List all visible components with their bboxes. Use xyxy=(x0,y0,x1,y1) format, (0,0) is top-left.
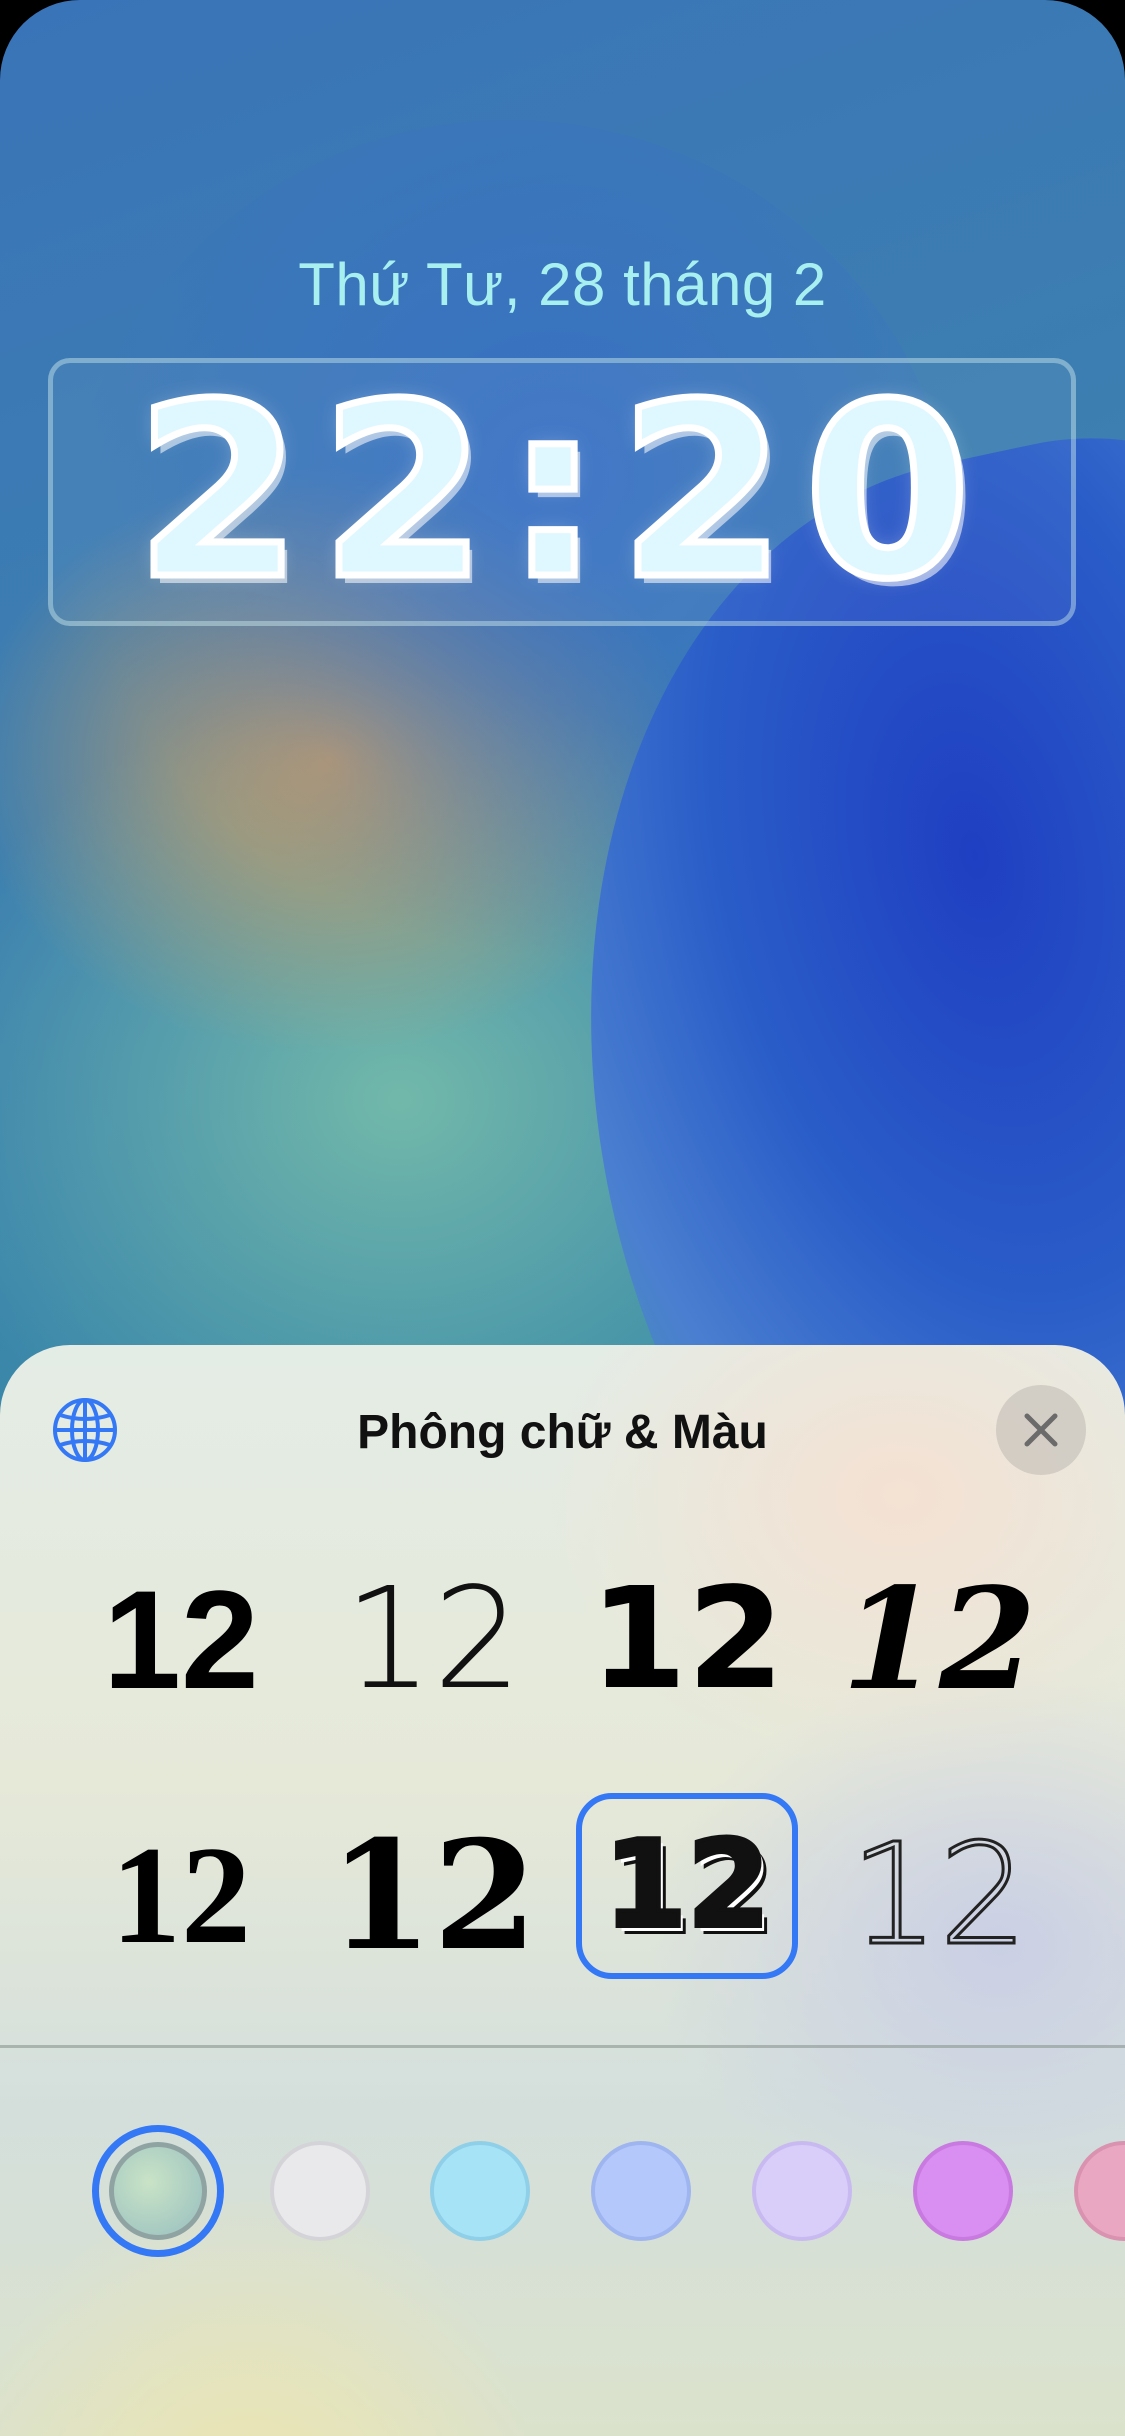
color-swatch-cyan[interactable] xyxy=(430,2141,530,2241)
sheet-divider xyxy=(0,2045,1125,2048)
font-color-sheet: Phông chữ & Màu 12 12 12 12 12 12 12 12 xyxy=(0,1345,1125,2436)
close-button[interactable] xyxy=(996,1385,1086,1475)
color-swatch-fill xyxy=(109,2142,207,2240)
font-option-7-selected[interactable]: 12 xyxy=(576,1793,798,1979)
sheet-header: Phông chữ & Màu xyxy=(0,1345,1125,1510)
font-option-8[interactable]: 12 xyxy=(828,1806,1050,1986)
color-swatch-blue[interactable] xyxy=(591,2141,691,2241)
sheet-title: Phông chữ & Màu xyxy=(357,1406,768,1459)
font-options-grid: 12 12 12 12 12 12 12 12 xyxy=(0,1510,1125,2390)
lockscreen-clock[interactable]: 22:20 xyxy=(48,348,1076,636)
color-swatch-selected[interactable] xyxy=(92,2125,224,2257)
lockscreen-date: Thứ Tư, 28 tháng 2 xyxy=(298,251,827,318)
font-option-2[interactable]: 12 xyxy=(322,1550,544,1730)
font-option-1[interactable]: 12 xyxy=(70,1550,292,1730)
font-option-5[interactable]: 12 xyxy=(70,1806,292,1986)
font-option-6[interactable]: 12 xyxy=(322,1806,544,1986)
font-option-4[interactable]: 12 xyxy=(828,1550,1050,1730)
color-swatch-purple[interactable] xyxy=(913,2141,1013,2241)
close-icon xyxy=(1024,1413,1058,1447)
color-swatch-white[interactable] xyxy=(270,2141,370,2241)
font-option-3[interactable]: 12 xyxy=(576,1550,798,1730)
color-swatch-lavender[interactable] xyxy=(752,2141,852,2241)
